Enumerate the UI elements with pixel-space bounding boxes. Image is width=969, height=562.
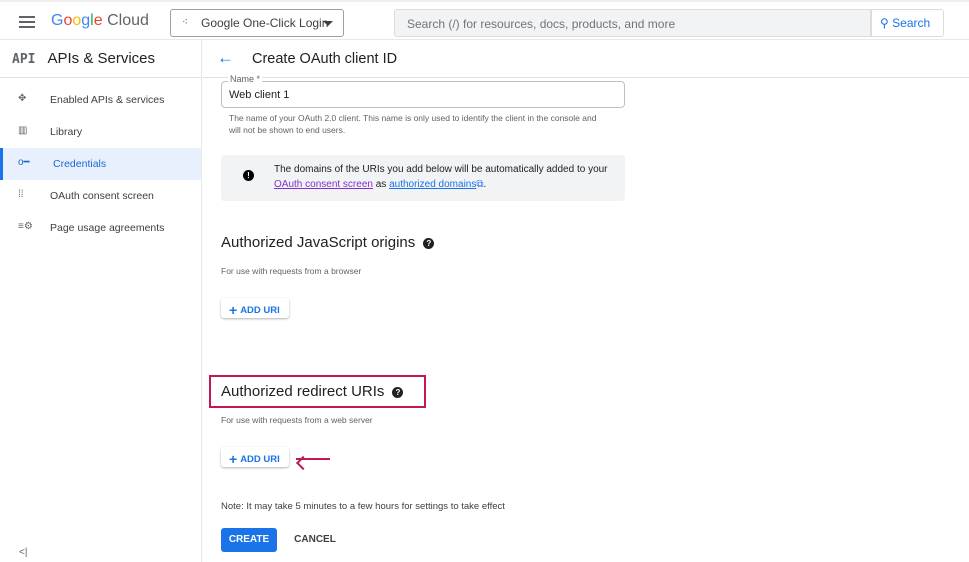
page-header: ← Create OAuth client ID bbox=[203, 40, 969, 78]
google-cloud-logo[interactable]: Google Cloud bbox=[51, 12, 149, 30]
sidebar-item-credentials[interactable]: o━ Credentials bbox=[0, 148, 201, 180]
back-arrow-icon[interactable]: ← bbox=[217, 48, 234, 68]
sidebar: API APIs & Services ✥ Enabled APIs & servi… bbox=[0, 40, 202, 562]
name-hint: The name of your OAuth 2.0 client. This … bbox=[229, 113, 597, 135]
js-origins-subtitle: For use with requests from a browser bbox=[221, 266, 362, 276]
sidebar-item-library[interactable]: ▥ Library bbox=[0, 116, 201, 148]
api-icon: API bbox=[12, 52, 36, 67]
sidebar-item-label: Enabled APIs & services bbox=[50, 94, 165, 106]
name-label: Name * bbox=[228, 74, 263, 84]
info-icon: ! bbox=[243, 170, 254, 181]
search-button-label: Search bbox=[892, 16, 931, 30]
info-text: as bbox=[372, 179, 390, 190]
project-icon: ⁖ bbox=[182, 17, 188, 28]
settings-note: Note: It may take 5 minutes to a few hou… bbox=[221, 501, 505, 512]
plus-icon: + bbox=[229, 302, 238, 318]
add-js-origin-uri-button[interactable]: + ADD URI bbox=[221, 298, 289, 318]
key-icon: o━ bbox=[18, 157, 30, 168]
authorized-domains-link[interactable]: authorized domains bbox=[389, 179, 476, 190]
add-redirect-uri-button[interactable]: + ADD URI bbox=[221, 447, 289, 467]
settings-list-icon: ≡⚙ bbox=[18, 221, 33, 232]
library-icon: ▥ bbox=[18, 125, 28, 136]
plus-icon: + bbox=[229, 451, 238, 467]
collapse-sidebar-icon[interactable]: <| bbox=[19, 547, 27, 558]
sidebar-header: API APIs & Services bbox=[0, 40, 201, 78]
oauth-consent-link[interactable]: OAuth consent screen bbox=[274, 179, 373, 190]
sidebar-item-label: OAuth consent screen bbox=[50, 190, 154, 202]
search-button[interactable]: ⚲ Search bbox=[871, 9, 944, 37]
info-banner: ! The domains of the URIs you add below … bbox=[221, 155, 625, 201]
sidebar-title: APIs & Services bbox=[47, 50, 156, 67]
caret-down-icon bbox=[323, 21, 333, 31]
menu-icon[interactable] bbox=[19, 16, 35, 28]
top-bar: Google Cloud ⁖ Google One-Click Login Sea… bbox=[0, 0, 969, 40]
create-button[interactable]: CREATE bbox=[221, 528, 277, 552]
project-selector[interactable]: ⁖ Google One-Click Login bbox=[170, 9, 344, 37]
redirect-uris-title: Authorized redirect URIs bbox=[221, 383, 385, 400]
consent-icon: ⁞⁞ bbox=[18, 189, 24, 200]
page-title: Create OAuth client ID bbox=[252, 51, 398, 67]
sidebar-item-oauth-consent[interactable]: ⁞⁞ OAuth consent screen bbox=[0, 180, 201, 212]
search-input[interactable]: Search (/) for resources, docs, products… bbox=[394, 9, 871, 37]
help-icon[interactable]: ? bbox=[392, 387, 404, 398]
sidebar-item-label: Credentials bbox=[53, 158, 107, 170]
sidebar-item-enabled-apis[interactable]: ✥ Enabled APIs & services bbox=[0, 84, 201, 116]
project-name: Google One-Click Login bbox=[201, 16, 329, 30]
js-origins-title: Authorized JavaScript origins bbox=[221, 234, 416, 251]
annotation-arrow-icon bbox=[296, 458, 330, 460]
name-input[interactable]: Web client 1 bbox=[221, 81, 625, 108]
sidebar-item-label: Page usage agreements bbox=[50, 222, 165, 234]
button-label: ADD URI bbox=[240, 305, 280, 316]
info-text: The domains of the URIs you add below wi… bbox=[274, 164, 608, 175]
button-label: ADD URI bbox=[240, 454, 280, 465]
js-origins-heading: Authorized JavaScript origins? bbox=[221, 234, 435, 251]
external-link-icon: ⧉ bbox=[476, 179, 484, 190]
help-icon[interactable]: ? bbox=[423, 238, 435, 249]
info-text: . bbox=[483, 179, 487, 190]
sidebar-item-page-usage[interactable]: ≡⚙ Page usage agreements bbox=[0, 212, 201, 244]
search-icon: ⚲ bbox=[880, 16, 889, 30]
sidebar-item-label: Library bbox=[50, 126, 83, 138]
cancel-button[interactable]: CANCEL bbox=[287, 528, 343, 552]
apis-icon: ✥ bbox=[18, 93, 27, 104]
redirect-uris-heading: Authorized redirect URIs? bbox=[221, 383, 404, 400]
redirect-uris-subtitle: For use with requests from a web server bbox=[221, 415, 373, 425]
